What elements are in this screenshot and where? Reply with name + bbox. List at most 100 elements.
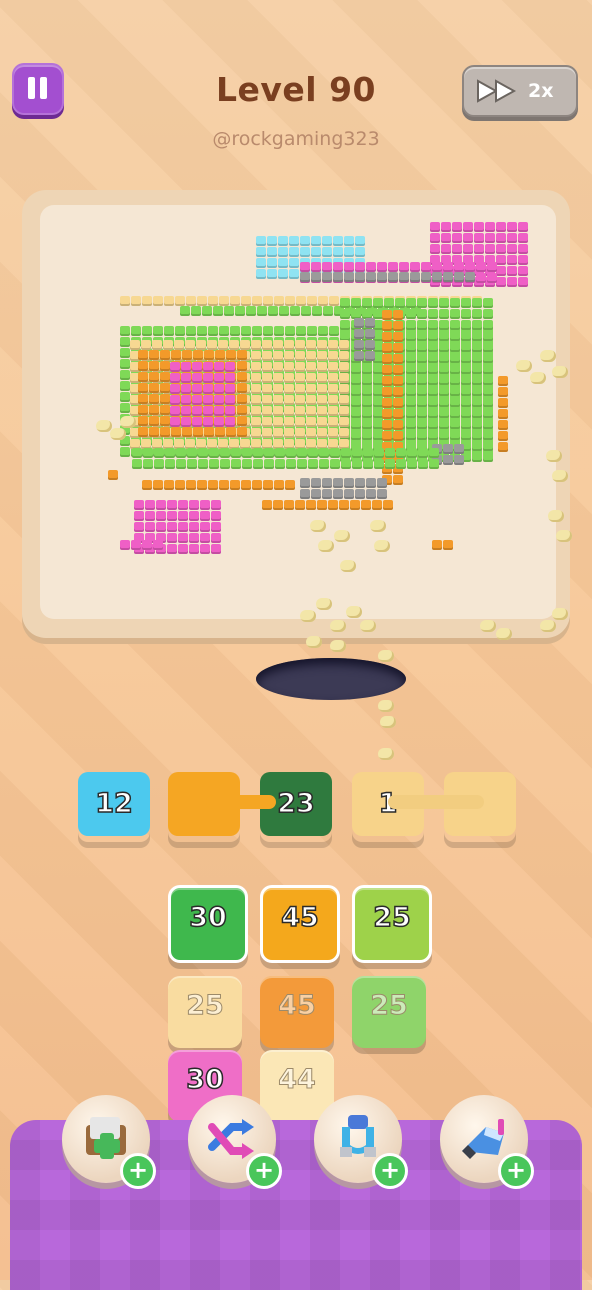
pixel-block <box>472 419 482 429</box>
pixel-block <box>428 353 438 363</box>
pixel-block <box>153 480 163 490</box>
pixel-block <box>518 255 528 265</box>
pixel-block <box>355 247 365 257</box>
pixel-block <box>496 255 506 265</box>
pixel-block <box>138 383 148 393</box>
pixel-block <box>365 318 375 328</box>
pixel-block <box>262 384 272 394</box>
pixel-block <box>382 420 392 430</box>
pixel-block <box>430 233 440 243</box>
ant <box>330 640 346 652</box>
pixel-block <box>328 417 338 427</box>
color-pile[interactable]: 25 <box>352 976 426 1048</box>
pixel-block <box>246 306 256 316</box>
pixel-block <box>278 258 288 268</box>
pixel-block <box>182 427 192 437</box>
booster-shuffle[interactable]: + <box>188 1095 282 1189</box>
pixel-block <box>230 480 240 490</box>
pixel-block <box>279 306 289 316</box>
booster-add-slot-plus-icon: + <box>120 1153 156 1189</box>
pixel-block <box>138 405 148 415</box>
pixel-block <box>171 350 181 360</box>
pixel-block <box>170 417 180 427</box>
pixel-block <box>441 244 451 254</box>
pixel-block <box>181 406 191 416</box>
color-pile[interactable]: 30 <box>168 885 248 963</box>
pixel-block <box>450 298 460 308</box>
pixel-block <box>443 455 453 465</box>
color-pile[interactable]: 45 <box>260 976 334 1048</box>
color-pile-count: 25 <box>370 990 409 1022</box>
pixel-block <box>237 427 247 437</box>
pixel-block <box>361 500 371 510</box>
pixel-block <box>301 306 311 316</box>
pixel-block <box>189 544 199 554</box>
pixel-block <box>518 277 528 287</box>
pixel-block <box>354 351 364 361</box>
pixel-block <box>138 372 148 382</box>
pixel-block <box>264 448 274 458</box>
pixel-block <box>483 408 493 418</box>
pixel-block <box>251 373 261 383</box>
pixel-block <box>306 340 316 350</box>
speed-button[interactable]: 2x <box>462 65 578 117</box>
pixel-block <box>339 395 349 405</box>
pixel-block <box>211 522 221 532</box>
pixel-block <box>439 386 449 396</box>
pixel-block <box>472 320 482 330</box>
pixel-block <box>461 364 471 374</box>
color-pile[interactable]: 45 <box>260 885 340 963</box>
pixel-block <box>428 375 438 385</box>
pixel-block <box>308 459 318 469</box>
pixel-block <box>382 310 392 320</box>
pixel-block <box>393 332 403 342</box>
pixel-block <box>295 384 305 394</box>
pixel-block <box>211 544 221 554</box>
pixel-block <box>496 277 506 287</box>
pixel-block <box>463 222 473 232</box>
pixel-block <box>441 222 451 232</box>
pixel-block <box>454 455 464 465</box>
pixel-block <box>429 459 439 469</box>
pixel-block <box>472 386 482 396</box>
pixel-block <box>262 500 272 510</box>
pixel-block <box>170 373 180 383</box>
pixel-block <box>306 428 316 438</box>
pixel-block <box>410 262 420 272</box>
pixel-block <box>328 351 338 361</box>
pixel-block <box>450 419 460 429</box>
pixel-block <box>341 459 351 469</box>
pixel-block <box>382 398 392 408</box>
pixel-block <box>483 320 493 330</box>
pixel-block <box>472 309 482 319</box>
pixel-block <box>273 373 283 383</box>
pixel-block <box>274 296 284 306</box>
pixel-block <box>483 452 493 462</box>
pixel-block <box>328 373 338 383</box>
pixel-block <box>407 448 417 458</box>
booster-magnet[interactable]: + <box>314 1095 408 1189</box>
pixel-block <box>167 533 177 543</box>
pixel-block <box>226 427 236 437</box>
pixel-block <box>454 272 464 282</box>
booster-vacuum[interactable]: + <box>440 1095 534 1189</box>
pixel-block <box>417 331 427 341</box>
pixel-block <box>362 430 372 440</box>
pixel-block <box>452 233 462 243</box>
color-pile[interactable]: 25 <box>168 976 242 1048</box>
pixel-block <box>131 326 141 336</box>
pixel-block <box>225 395 235 405</box>
pixel-block <box>237 350 247 360</box>
booster-shuffle-plus-icon: + <box>246 1153 282 1189</box>
booster-add-slot[interactable]: + <box>62 1095 156 1189</box>
pixel-block <box>167 522 177 532</box>
pixel-block <box>207 340 217 350</box>
pixel-block <box>417 298 427 308</box>
pixel-block <box>384 298 394 308</box>
pixel-block <box>241 296 251 306</box>
pixel-block <box>323 306 333 316</box>
slot-connector <box>206 795 276 809</box>
color-pile[interactable]: 25 <box>352 885 432 963</box>
pixel-block <box>237 372 247 382</box>
pixel-block <box>211 533 221 543</box>
